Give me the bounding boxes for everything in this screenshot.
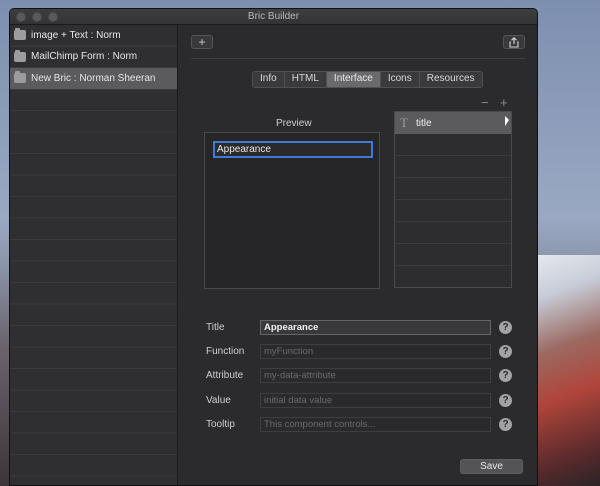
help-icon[interactable]: ?: [499, 369, 512, 382]
form-row-value: Value initial data value ?: [179, 393, 537, 411]
sidebar: image + Text : Norm MailChimp Form : Nor…: [10, 25, 178, 485]
folder-icon: [14, 71, 26, 84]
folder-icon: [14, 49, 26, 62]
form-row-title: Title Appearance ?: [179, 320, 537, 338]
remove-component-button[interactable]: −: [481, 95, 489, 110]
save-button[interactable]: Save: [460, 459, 523, 474]
sidebar-item-label: New Bric : Norman Sheeran: [31, 72, 156, 84]
help-icon[interactable]: ?: [499, 418, 512, 431]
preview-panel: Appearance: [204, 132, 380, 289]
add-button[interactable]: +: [191, 35, 213, 49]
close-window-button[interactable]: [16, 12, 26, 22]
tooltip-label: Tooltip: [206, 419, 235, 430]
desktop-wallpaper: [530, 255, 600, 486]
value-label: Value: [206, 395, 231, 406]
tab-html[interactable]: HTML: [284, 72, 327, 87]
tab-info[interactable]: Info: [253, 72, 285, 87]
tooltip-field[interactable]: This component controls...: [260, 417, 491, 432]
help-icon[interactable]: ?: [499, 394, 512, 407]
tab-resources[interactable]: Resources: [419, 72, 482, 87]
help-icon[interactable]: ?: [499, 321, 512, 334]
sidebar-item-mailchimp-form[interactable]: MailChimp Form : Norm: [10, 47, 177, 68]
share-button[interactable]: [503, 35, 525, 49]
function-label: Function: [206, 346, 245, 357]
share-icon: [509, 36, 519, 48]
tab-bar: Info HTML Interface Icons Resources: [252, 71, 483, 88]
list-item[interactable]: T title: [395, 112, 511, 134]
mouse-cursor: [505, 116, 509, 126]
form-row-attribute: Attribute my-data-attribute ?: [179, 368, 537, 386]
component-list: T title: [394, 111, 512, 288]
main-panel: + Info HTML Interface Icons Resources Pr…: [179, 25, 537, 485]
value-field[interactable]: initial data value: [260, 393, 491, 408]
window-controls: [16, 12, 58, 22]
text-icon: T: [400, 115, 408, 130]
title-bar: Bric Builder: [10, 9, 537, 25]
zoom-window-button[interactable]: [48, 12, 58, 22]
preview-label: Preview: [276, 118, 312, 129]
minimize-window-button[interactable]: [32, 12, 42, 22]
folder-icon: [14, 28, 26, 41]
form-row-function: Function myFunction ?: [179, 344, 537, 362]
add-component-button[interactable]: +: [500, 95, 508, 110]
preview-appearance-input[interactable]: Appearance: [213, 141, 373, 158]
tab-icons[interactable]: Icons: [380, 72, 420, 87]
form-row-tooltip: Tooltip This component controls... ?: [179, 417, 537, 435]
sidebar-item-new-bric[interactable]: New Bric : Norman Sheeran: [10, 68, 177, 90]
attribute-field[interactable]: my-data-attribute: [260, 368, 491, 383]
function-field[interactable]: myFunction: [260, 344, 491, 359]
tab-interface[interactable]: Interface: [326, 72, 381, 87]
sidebar-item-image-text[interactable]: image + Text : Norm: [10, 25, 177, 47]
window-title: Bric Builder: [247, 11, 300, 22]
attribute-label: Attribute: [206, 370, 244, 381]
help-icon[interactable]: ?: [499, 345, 512, 358]
list-item-label: title: [416, 117, 432, 129]
title-field[interactable]: Appearance: [260, 320, 491, 335]
sidebar-item-label: image + Text : Norm: [31, 29, 121, 41]
app-window: Bric Builder image + Text : Norm MailChi…: [9, 8, 538, 486]
toolbar-divider: [191, 58, 525, 59]
sidebar-item-label: MailChimp Form : Norm: [31, 51, 138, 63]
title-label: Title: [206, 322, 225, 333]
